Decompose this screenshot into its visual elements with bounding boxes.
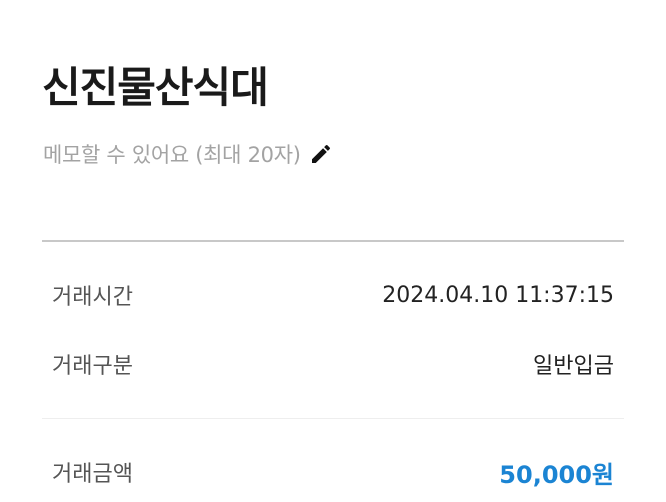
transaction-type-row: 거래구분 일반입금	[52, 347, 614, 381]
memo-field[interactable]: 메모할 수 있어요 (최대 20자)	[43, 138, 333, 170]
section-divider	[42, 240, 624, 242]
transaction-time-value: 2024.04.10 11:37:15	[382, 282, 614, 308]
row-divider	[42, 418, 624, 419]
transaction-type-value: 일반입금	[533, 354, 614, 379]
pencil-icon[interactable]	[309, 142, 333, 166]
transaction-amount-label: 거래금액	[52, 462, 133, 487]
memo-placeholder[interactable]: 메모할 수 있어요 (최대 20자)	[43, 139, 301, 169]
transaction-title: 신진물산식대	[42, 63, 269, 112]
transaction-time-label: 거래시간	[52, 285, 133, 310]
transaction-time-row: 거래시간 2024.04.10 11:37:15	[52, 278, 614, 312]
transaction-type-label: 거래구분	[52, 354, 133, 379]
transaction-amount-row: 거래금액 50,000원	[52, 455, 614, 489]
transaction-amount-value: 50,000원	[499, 460, 614, 489]
